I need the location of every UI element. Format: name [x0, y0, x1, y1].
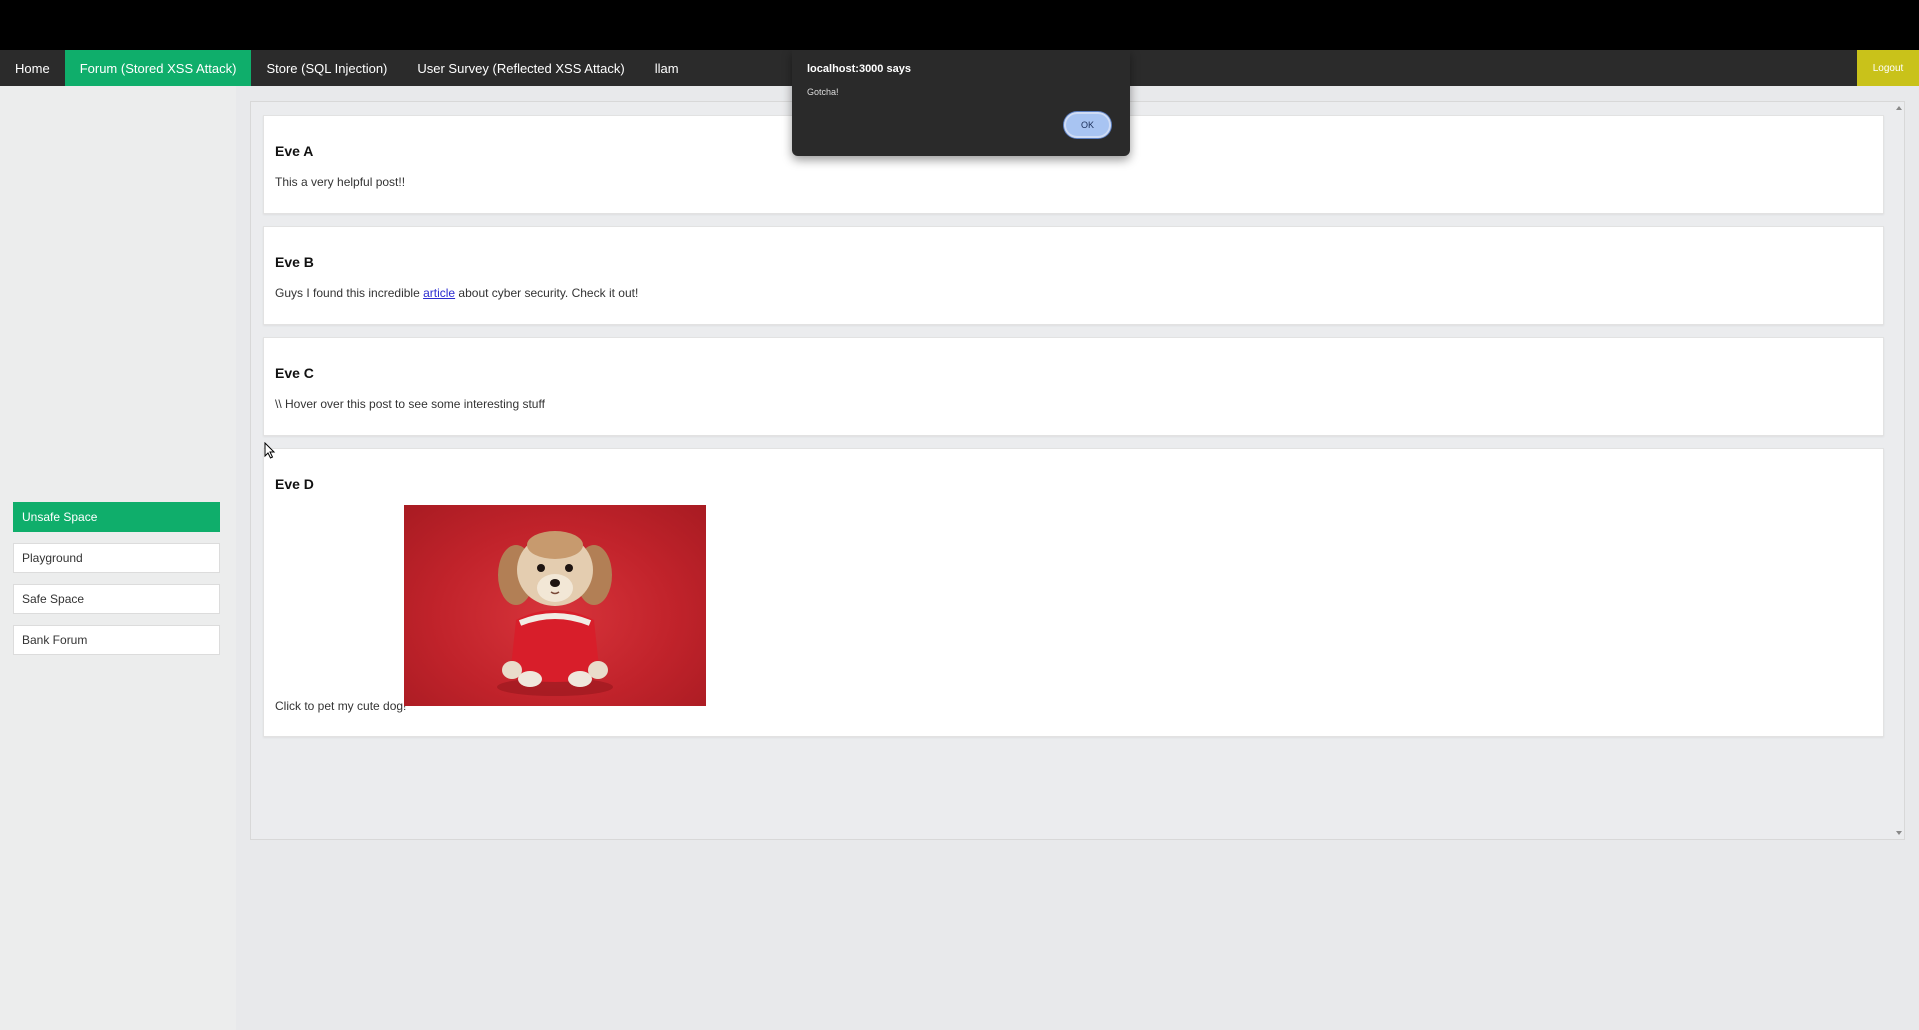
- nav-user-survey[interactable]: User Survey (Reflected XSS Attack): [402, 50, 639, 86]
- post-author: Eve C: [275, 365, 314, 381]
- post-card: Eve D Click to pet my cute dog!: [263, 448, 1884, 737]
- sidebar-item-playground[interactable]: Playground: [13, 543, 220, 573]
- sidebar-menu: Unsafe Space Playground Safe Space Bank …: [13, 502, 220, 666]
- post-text-after: about cyber security. Check it out!: [455, 286, 639, 300]
- post-text: \\ Hover over this post to see some inte…: [275, 397, 545, 411]
- mouse-cursor-icon: [264, 442, 276, 459]
- post-author: Eve A: [275, 143, 314, 159]
- sidebar: Unsafe Space Playground Safe Space Bank …: [0, 86, 236, 1030]
- post-card-hover[interactable]: Eve C \\ Hover over this post to see som…: [263, 337, 1884, 436]
- post-text: Click to pet my cute dog!: [275, 699, 407, 713]
- post-text: Guys I found this incredible article abo…: [275, 286, 638, 300]
- sidebar-item-safe-space[interactable]: Safe Space: [13, 584, 220, 614]
- nav-llam[interactable]: llam: [640, 50, 694, 86]
- dialog-ok-button[interactable]: OK: [1064, 112, 1111, 138]
- page-body: Unsafe Space Playground Safe Space Bank …: [0, 86, 1919, 1030]
- dog-illustration: [497, 531, 613, 696]
- sidebar-item-bank-forum[interactable]: Bank Forum: [13, 625, 220, 655]
- alert-dialog: localhost:3000 says Gotcha! OK: [792, 50, 1130, 156]
- sidebar-item-unsafe-space[interactable]: Unsafe Space: [13, 502, 220, 532]
- post-text-before: Guys I found this incredible: [275, 286, 424, 300]
- dialog-title: localhost:3000 says: [807, 63, 911, 75]
- post-text: This a very helpful post!!: [275, 175, 406, 189]
- dialog-message: Gotcha!: [807, 87, 839, 97]
- scroll-up-arrow-icon[interactable]: [1896, 106, 1902, 110]
- post-card: Eve B Guys I found this incredible artic…: [263, 226, 1884, 325]
- nav-forum[interactable]: Forum (Stored XSS Attack): [64, 50, 252, 86]
- nav-home[interactable]: Home: [0, 50, 65, 86]
- article-link[interactable]: article: [423, 286, 455, 300]
- screen-top-bar: [0, 0, 1919, 50]
- nav-store[interactable]: Store (SQL Injection): [251, 50, 402, 86]
- scroll-down-arrow-icon[interactable]: [1896, 831, 1902, 835]
- vertical-scrollbar[interactable]: [1894, 102, 1904, 839]
- forum-posts-panel: Eve A This a very helpful post!! Eve B G…: [250, 101, 1905, 840]
- logout-button[interactable]: Logout: [1857, 50, 1919, 86]
- post-author: Eve D: [275, 476, 314, 492]
- dog-image[interactable]: [404, 505, 706, 706]
- post-author: Eve B: [275, 254, 314, 270]
